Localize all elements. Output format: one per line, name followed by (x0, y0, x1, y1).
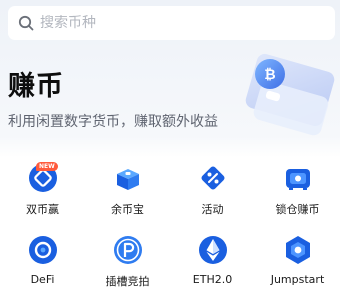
search-icon (18, 15, 34, 31)
tile-locked-staking[interactable]: 锁仓赚币 (255, 158, 340, 230)
tile-label: 插槽竞拍 (105, 275, 150, 288)
savings-box-icon (112, 162, 144, 194)
tile-label: Jumpstart (270, 273, 325, 286)
tile-eth2[interactable]: ETH2.0 (170, 230, 255, 302)
ethereum-icon (197, 234, 229, 266)
new-badge: NEW (36, 162, 58, 171)
tile-label: 活动 (201, 203, 224, 216)
tile-dual-currency[interactable]: NEW 双币赢 (0, 158, 85, 230)
page-title: 赚币 (8, 71, 64, 102)
lock-vault-icon (282, 162, 314, 194)
tile-label: DeFi (30, 273, 55, 286)
defi-icon (27, 234, 59, 266)
search-bar[interactable] (8, 6, 335, 40)
wallet-illustration: ₿ (240, 48, 340, 140)
jumpstart-icon (282, 234, 314, 266)
tile-label: ETH2.0 (192, 273, 233, 286)
svg-text:₿: ₿ (264, 67, 275, 83)
search-input[interactable] (40, 15, 300, 31)
parachain-auction-icon (112, 234, 144, 266)
page-subtitle: 利用闲置数字货币，赚取额外收益 (8, 114, 218, 130)
tile-jumpstart[interactable]: Jumpstart (255, 230, 340, 302)
tile-slot-auction[interactable]: 插槽竞拍 (85, 230, 170, 302)
tile-label: 锁仓赚币 (275, 203, 320, 216)
tile-savings[interactable]: 余币宝 (85, 158, 170, 230)
product-grid: NEW 双币赢 余币宝 活动 锁仓赚币 DeFi 插槽竞拍 ETH2.0 Jum… (0, 158, 340, 302)
tile-label: 双币赢 (26, 203, 59, 216)
tile-defi[interactable]: DeFi (0, 230, 85, 302)
percent-tag-icon (197, 162, 229, 194)
tile-activity[interactable]: 活动 (170, 158, 255, 230)
tile-label: 余币宝 (111, 203, 144, 216)
